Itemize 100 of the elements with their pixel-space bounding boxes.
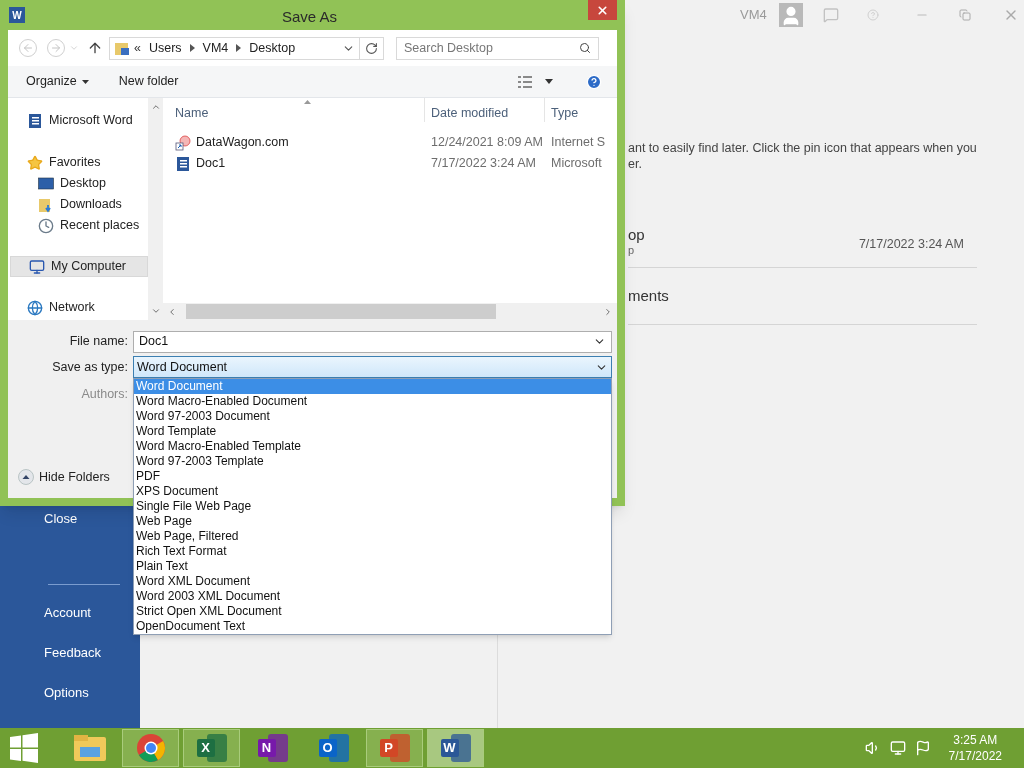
close-icon [596,3,609,17]
save-type-option[interactable]: Single File Web Page [134,499,611,514]
windows-logo-icon[interactable] [9,733,39,763]
save-type-option[interactable]: PDF [134,469,611,484]
recent-location-path: p [628,244,635,257]
recent-location-name[interactable]: ments [628,287,669,305]
folder-download-icon [38,196,54,213]
save-type-option[interactable]: OpenDocument Text [134,619,611,634]
horizontal-scrollbar[interactable] [163,303,617,320]
nav-scrollbar[interactable] [148,98,163,320]
network-icon[interactable] [889,740,906,756]
nav-pane-item[interactable]: Recent places [8,215,148,236]
save-type-option[interactable]: Word Macro-Enabled Document [134,394,611,409]
field-label: Authors: [80,386,128,403]
save-type-option[interactable]: Plain Text [134,559,611,574]
nav-pane-item[interactable]: My Computer [10,256,148,277]
breadcrumb-overflow[interactable]: « [134,38,141,58]
desktop-icon [38,176,54,191]
caret-icon [81,79,89,84]
breadcrumb-arrow-icon[interactable] [189,44,195,52]
save-type-option[interactable]: Word 97-2003 Template [134,454,611,469]
backstage-nav-item[interactable]: Options [44,683,89,703]
organize-menu[interactable]: Organize [26,72,89,91]
field-label: File name: [68,333,128,351]
recent-location-date: 7/17/2022 3:24 AM [858,236,964,254]
backstage-nav-item[interactable]: Close [44,509,78,529]
folder-icon[interactable] [71,733,108,763]
nav-pane-item[interactable]: Downloads [8,194,148,215]
scroll-down-icon[interactable] [150,306,161,316]
column-header[interactable]: Type [545,98,579,122]
hide-folders-button[interactable]: Hide Folders [18,467,110,487]
folder-icon [114,40,130,56]
save-type-option[interactable]: Word Macro-Enabled Template [134,439,611,454]
browser-icon[interactable] [135,733,166,763]
save-type-option[interactable]: Word 2003 XML Document [134,589,611,604]
nav-pane-item[interactable]: Network [8,297,148,318]
view-list-icon[interactable] [518,75,532,88]
refresh-icon[interactable] [365,41,378,55]
view-caret-icon[interactable] [545,79,553,84]
up-icon[interactable] [87,40,103,56]
collapse-icon [18,469,34,486]
network-icon [27,299,43,316]
save-type-option[interactable]: Word 97-2003 Document [134,409,611,424]
backstage-nav-item[interactable]: Account [44,603,91,623]
flag-icon[interactable] [914,740,931,756]
star-icon [27,154,43,171]
taskbar-button[interactable]: N [244,729,301,767]
nav-pane-item[interactable]: Favorites [8,152,148,173]
taskbar-button[interactable]: P [366,729,423,767]
scroll-up-icon[interactable] [150,102,161,112]
file-date: 12/24/2021 8:09 AM [430,134,544,152]
file-type: Microsoft [550,155,602,173]
close-button[interactable] [588,0,617,20]
breadcrumb-item[interactable]: Users [148,38,182,58]
taskbar-button[interactable] [122,729,179,767]
search-field[interactable]: Search Desktop [396,36,599,60]
field-label: Save as type: [51,358,128,376]
shortcut-icon [175,134,191,151]
save-type-option[interactable]: Web Page, Filtered [134,529,611,544]
backstage-nav-item[interactable]: Feedback [44,643,102,663]
feedback-icon[interactable] [822,7,839,23]
hint-text: er. [628,156,643,172]
taskbar-button[interactable]: W [427,729,484,767]
breadcrumb-arrow-icon[interactable] [236,44,242,52]
scroll-right-icon[interactable] [603,306,613,317]
recent-location-name[interactable]: op [628,226,645,244]
taskbar-button[interactable]: X [183,729,240,767]
hint-text: ant to easily find later. Click the pin icon that appears when you [628,140,977,156]
file-date: 7/17/2022 3:24 AM [430,155,537,173]
breadcrumb-item[interactable]: Desktop [249,38,296,58]
breadcrumb-item[interactable]: VM4 [202,38,229,58]
save-type-option[interactable]: Web Page [134,514,611,529]
save-type-option[interactable]: Word XML Document [134,574,611,589]
scroll-left-icon[interactable] [167,306,177,317]
document-icon [175,155,191,172]
user-name: VM4 [740,6,767,25]
column-header[interactable]: Name [163,98,425,122]
save-type-dropdown[interactable]: Word Document [133,356,612,378]
clock-icon [38,217,54,234]
nav-pane-item[interactable]: Desktop [8,173,148,194]
address-bar[interactable]: « Users VM4 Desktop [109,36,384,60]
file-name-field[interactable]: Doc1 [133,330,612,353]
restore-icon[interactable] [958,9,971,21]
search-icon [579,42,591,54]
sort-caret-icon[interactable] [304,100,311,104]
file-name[interactable]: DataWagon.com [196,133,289,152]
save-type-option[interactable]: Strict Open XML Document [134,604,611,619]
nav-pane-item[interactable]: Microsoft Word [8,110,148,131]
document-icon [27,112,43,129]
file-type: Internet S [550,134,606,152]
save-type-option[interactable]: XPS Document [134,484,611,499]
avatar-icon[interactable] [778,3,803,27]
taskbar-button[interactable]: O [305,729,362,767]
file-name[interactable]: Doc1 [196,154,226,173]
app-icon: W [9,7,25,23]
window-title: Save As [282,7,338,27]
new-folder-button[interactable]: New folder [118,72,179,91]
save-type-option[interactable]: Rich Text Format [134,544,611,559]
column-header[interactable]: Date modified [425,98,545,122]
save-type-option[interactable]: Word Template [134,424,611,439]
